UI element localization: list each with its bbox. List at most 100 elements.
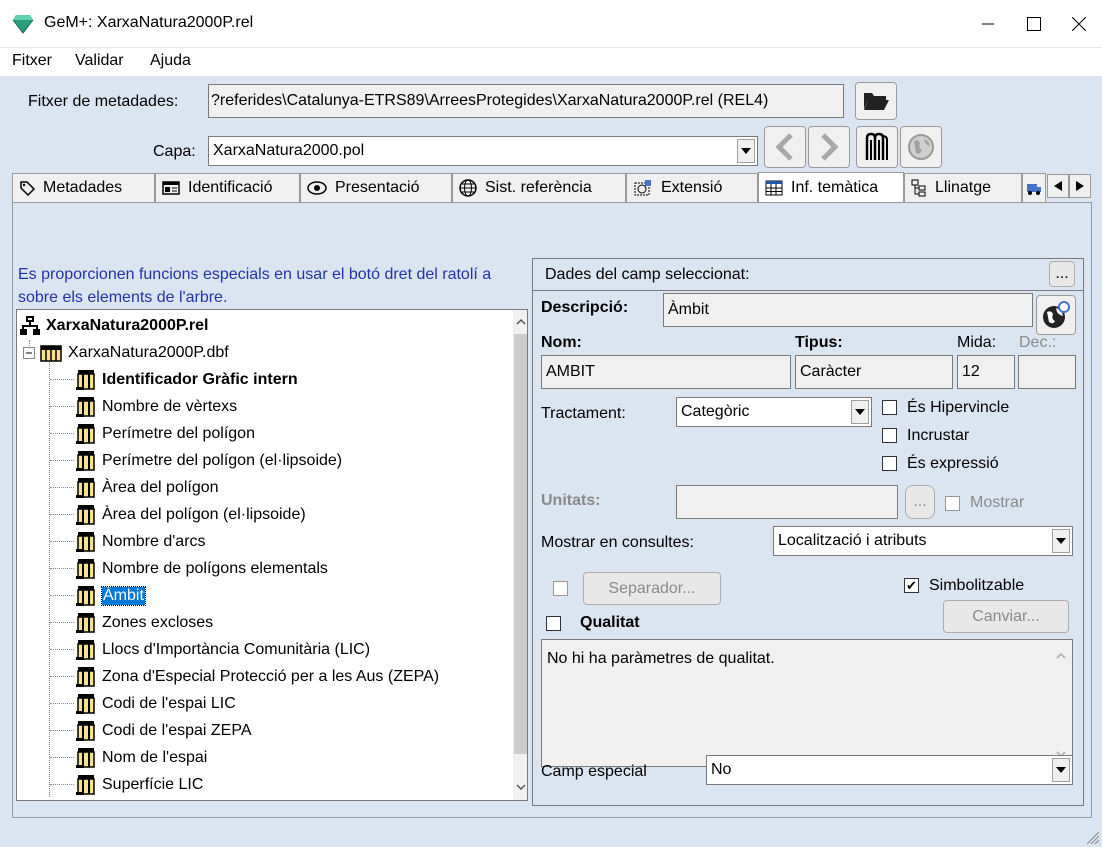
canviar-button: Canviar...	[943, 600, 1069, 633]
simbolitzable-checkbox[interactable]: ✔	[904, 578, 919, 593]
maximize-button[interactable]	[1011, 0, 1057, 48]
tab-scroll-right-button[interactable]	[1069, 174, 1091, 198]
tree-field-label: Codi de l'espai LIC	[102, 694, 236, 712]
tree-field-item[interactable]: Identificador Gràfic intern	[75, 366, 298, 393]
tree-field-item[interactable]: Perímetre del polígon (el·lipsoide)	[75, 447, 342, 474]
tree-field-label: Nombre de vèrtexs	[102, 397, 238, 415]
tree-field-item[interactable]: Zona d'Especial Protecció per a les Aus …	[75, 663, 439, 690]
tab-identificacio[interactable]: Identificació	[155, 173, 300, 202]
tab-sist-referencia[interactable]: Sist. referència	[452, 173, 626, 202]
consultes-select-value: Localització i atributs	[778, 532, 927, 549]
file-path-field[interactable]: ?referides\Catalunya-ETRS89\ArreesProteg…	[208, 84, 844, 118]
tab-label: Metadades	[43, 179, 123, 196]
detail-more-button[interactable]: ...	[1049, 261, 1075, 287]
tree-field-label: Codi de l'espai ZEPA	[102, 721, 252, 739]
tree-table-node[interactable]: XarxaNatura2000P.dbf	[23, 339, 229, 366]
tree-root[interactable]: XarxaNatura2000P.rel	[19, 312, 209, 339]
tree-field-item[interactable]: Llocs d'Importància Comunitària (LIC)	[75, 636, 370, 663]
chevron-right-icon	[821, 133, 839, 161]
scroll-up-icon	[516, 318, 526, 325]
tree-field-item[interactable]: Àrea del polígon	[75, 474, 219, 501]
tree-field-label: Superfície LIC	[102, 775, 204, 793]
mostrar-checkbox	[945, 496, 960, 511]
close-button[interactable]	[1056, 0, 1102, 48]
consultes-select[interactable]: Localització i atributs	[773, 526, 1073, 556]
tree-field-item[interactable]: Nombre d'arcs	[75, 528, 206, 555]
next-layer-button[interactable]	[808, 126, 850, 168]
tree-hint-text: Es proporcionen funcions especials en us…	[18, 266, 492, 306]
tab-llinatge[interactable]: Llinatge	[904, 173, 1022, 202]
nom-field[interactable]: AMBIT	[541, 355, 791, 389]
field-detail-panel: Dades del camp seleccionat: ... Descripc…	[532, 258, 1084, 806]
scroll-up-icon	[1056, 652, 1066, 659]
description-field[interactable]: Àmbit	[663, 293, 1033, 327]
qualitat-textarea[interactable]: No hi ha paràmetres de qualitat.	[541, 639, 1073, 767]
tree-field-item[interactable]: Superfície LIC	[75, 771, 203, 798]
table-icon	[765, 180, 783, 196]
tree-scrollbar[interactable]	[513, 310, 527, 800]
previous-layer-button[interactable]	[764, 126, 806, 168]
tab-extensio[interactable]: Extensió	[626, 173, 758, 202]
tree-field-item[interactable]: Nombre de vèrtexs	[75, 393, 237, 420]
tractament-select[interactable]: Categòric	[676, 397, 872, 427]
tipus-field[interactable]: Caràcter	[795, 355, 953, 389]
tree-field-item[interactable]: Àrea del polígon (el·lipsoide)	[75, 501, 306, 528]
tree-table-label: XarxaNatura2000P.dbf	[68, 343, 229, 361]
tree-field-item[interactable]: Codi de l'espai LIC	[75, 690, 236, 717]
gem-icon	[12, 15, 34, 34]
minimize-button[interactable]	[965, 0, 1011, 48]
separador-checkbox	[553, 581, 568, 596]
eye-icon	[307, 181, 327, 195]
qualitat-label: Qualitat	[580, 614, 640, 631]
tree-field-item[interactable]: Nombre de polígons elementals	[75, 555, 328, 582]
layer-select[interactable]: XarxaNatura2000.pol	[208, 136, 758, 166]
layer-label: Capa:	[153, 143, 196, 160]
tree-field-label: Àrea del polígon	[102, 478, 219, 496]
hipervincle-checkbox[interactable]	[882, 400, 897, 415]
fields-tree[interactable]: XarxaNatura2000P.rel XarxaNatura2000P.db…	[16, 309, 528, 801]
tree-field-item[interactable]: Nom de l'espai	[75, 744, 207, 771]
tab-scroll-left-button[interactable]	[1047, 174, 1069, 198]
menu-fitxer[interactable]: Fitxer	[12, 52, 52, 70]
camp-especial-label: Camp especial	[541, 763, 647, 780]
mm-button[interactable]	[856, 126, 898, 168]
translate-description-button[interactable]	[1036, 295, 1076, 335]
hipervincle-label: És Hipervincle	[907, 399, 1010, 416]
tab-label: Llinatge	[935, 179, 992, 196]
qualitat-checkbox[interactable]	[546, 616, 561, 631]
tree-field-item[interactable]: Codi de l'espai ZEPA	[75, 717, 252, 744]
mida-field[interactable]: 12	[957, 355, 1015, 389]
hierarchy-icon	[20, 315, 40, 335]
tree-field-label: Perímetre del polígon	[102, 424, 255, 442]
chevron-left-icon	[775, 133, 793, 161]
globe-button[interactable]	[900, 126, 942, 168]
tab-overflow[interactable]	[1022, 173, 1046, 202]
incrustar-checkbox[interactable]	[882, 428, 897, 443]
tree-scroll-thumb[interactable]	[514, 334, 527, 754]
minimize-icon	[982, 23, 994, 25]
menu-ajuda[interactable]: Ajuda	[150, 52, 191, 70]
field-column-icon	[76, 666, 95, 687]
menu-validar[interactable]: Validar	[75, 52, 124, 70]
resize-grip-icon[interactable]	[1084, 829, 1100, 845]
tree-root-label: XarxaNatura2000P.rel	[46, 316, 209, 334]
camp-especial-select[interactable]: No	[706, 755, 1073, 785]
tree-field-label: Identificador Gràfic intern	[102, 370, 298, 388]
tab-inf-tematica[interactable]: Inf. temàtica	[758, 172, 904, 203]
menu-bar: Fitxer Validar Ajuda	[0, 48, 1102, 76]
expressio-label: És expressió	[907, 455, 999, 472]
expressio-checkbox[interactable]	[882, 456, 897, 471]
tree-field-item[interactable]: Àmbit	[75, 582, 146, 609]
tab-label: Inf. temàtica	[791, 179, 879, 196]
field-column-icon	[76, 639, 95, 660]
unitats-more-button: ...	[905, 485, 935, 519]
tree-field-item[interactable]: Perímetre del polígon	[75, 420, 255, 447]
tree-field-item[interactable]: Zones excloses	[75, 609, 213, 636]
tab-label: Extensió	[661, 179, 723, 196]
field-column-icon	[76, 450, 95, 471]
open-file-button[interactable]	[855, 82, 897, 120]
tab-presentacio[interactable]: Presentació	[300, 173, 452, 202]
folder-open-icon	[864, 93, 889, 110]
field-column-icon	[76, 504, 95, 525]
tab-metadades[interactable]: Metadades	[12, 173, 155, 202]
